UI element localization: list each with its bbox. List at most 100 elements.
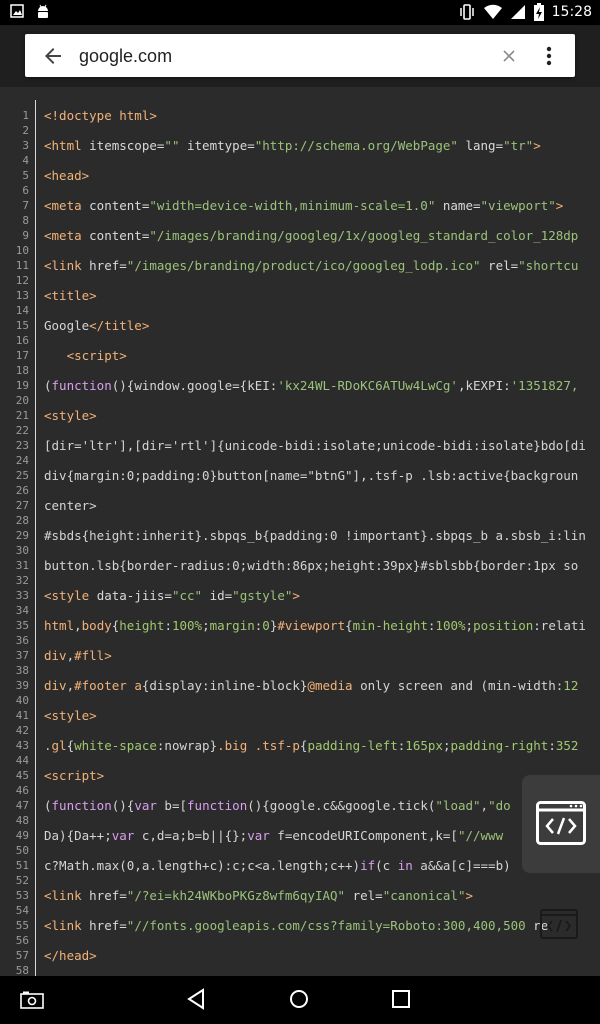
code-token: #sbds{height:inherit}.sbpqs_b{padding:0 …	[44, 528, 586, 543]
code-token: {	[66, 738, 75, 753]
line-number: 14	[15, 304, 29, 317]
code-token: name=	[435, 198, 481, 213]
code-line: c?Math.max(0,a.length+c):c;c<a.length;c+…	[44, 858, 511, 873]
code-token: button.lsb{border-radius:0;width:86px;he…	[44, 558, 579, 573]
code-token: (){window.google={kEI:	[111, 378, 278, 393]
back-triangle-icon[interactable]	[186, 988, 206, 1014]
code-token: ,kEXPI:	[457, 378, 511, 393]
line-number: 12	[15, 274, 29, 287]
url-bar[interactable]: google.com	[25, 34, 575, 77]
code-token: #viewport	[277, 618, 346, 633]
home-circle-icon[interactable]	[288, 988, 310, 1014]
code-token: '1351827,	[510, 378, 579, 393]
line-number: 53	[15, 889, 29, 902]
code-token: b=[	[156, 798, 188, 813]
line-number: 15	[15, 319, 29, 332]
line-number: 24	[15, 454, 29, 467]
line-number: 32	[15, 574, 29, 587]
arrow-back-icon[interactable]	[41, 44, 65, 68]
code-token: 165px	[405, 738, 443, 753]
code-token: div	[44, 678, 67, 693]
code-token: rel=	[480, 258, 519, 273]
code-token: <meta	[44, 198, 90, 213]
wifi-icon	[483, 4, 502, 20]
line-number-gutter: 1 2 3 4 5 6 7 8 9 10 11 12 13 14 15 16 17 18 19 20 21 22 23 24 2…	[0, 100, 36, 976]
line-number: 38	[15, 664, 29, 677]
code-token: href=	[89, 888, 127, 903]
code-token: <script>	[66, 348, 127, 363]
code-token: (	[44, 798, 52, 813]
code-token: "load"	[435, 798, 481, 813]
code-token: itemtype=	[179, 138, 255, 153]
close-icon[interactable]	[499, 46, 519, 66]
code-token: 352	[555, 738, 579, 753]
source-code-view[interactable]: 1 2 3 4 5 6 7 8 9 10 11 12 13 14 15 16 17 18 19 20 21 22 23 24 2…	[0, 100, 600, 976]
code-token: "//fonts.googleapis.com/css?family=Robot…	[126, 918, 526, 933]
screenshot-icon[interactable]	[20, 991, 44, 1013]
code-line: <!doctype html>	[44, 108, 157, 123]
code-token: "/images/branding/product/ico/googleg_lo…	[126, 258, 481, 273]
code-line: center>	[44, 498, 97, 513]
line-number: 39	[15, 679, 29, 692]
line-number: 45	[15, 769, 29, 782]
line-number: 25	[15, 469, 29, 482]
line-number: 28	[15, 514, 29, 527]
code-token: "cc"	[171, 588, 203, 603]
line-number: 3	[22, 139, 29, 152]
code-line: (function(){var b=[function(){google.c&&…	[44, 798, 511, 813]
line-number: 30	[15, 544, 29, 557]
code-token: <link	[44, 258, 90, 273]
code-token: only screen and (min-width:	[352, 678, 564, 693]
code-line: <script>	[44, 768, 104, 783]
line-number: 57	[15, 949, 29, 962]
code-token: 12	[563, 678, 579, 693]
android-icon	[36, 4, 50, 20]
code-line: <script>	[44, 348, 127, 363]
code-line: Da){Da++;var c,d=a;b=b||{};var f=encodeU…	[44, 828, 503, 843]
code-token: div{margin:0;padding:0}button[name="btnG…	[44, 468, 579, 483]
code-line: div{margin:0;padding:0}button[name="btnG…	[44, 468, 578, 483]
line-number: 19	[15, 379, 29, 392]
line-number: 51	[15, 859, 29, 872]
code-window-icon	[540, 909, 578, 943]
line-number: 55	[15, 919, 29, 932]
code-token: Google	[44, 318, 90, 333]
more-vert-icon[interactable]	[539, 45, 559, 67]
code-token: "http://schema.org/WebPage"	[254, 138, 458, 153]
code-line: div,#fll>	[44, 648, 112, 663]
recents-square-icon[interactable]	[391, 989, 411, 1013]
code-token: :nowrap}	[156, 738, 218, 753]
code-token: <!doctype html>	[44, 108, 157, 123]
code-token: [dir='ltr'],[dir='rtl']{unicode-bidi:iso…	[44, 438, 586, 453]
code-token: data-jiis=	[96, 588, 172, 603]
code-token: var	[134, 798, 157, 813]
code-line: (function(){window.google={kEI:'kx24WL-R…	[44, 378, 578, 393]
code-line: #sbds{height:inherit}.sbpqs_b{padding:0 …	[44, 528, 586, 543]
code-token: ,	[66, 648, 75, 663]
code-token: :relati	[533, 618, 586, 633]
line-number: 35	[15, 619, 29, 632]
code-token: c?Math.max(0,a.length+c):c;c<a.length;c+…	[44, 858, 361, 873]
vibrate-icon	[458, 4, 476, 20]
code-token: ;	[465, 618, 474, 633]
code-token: itemscope=	[89, 138, 165, 153]
url-text[interactable]: google.com	[79, 46, 172, 67]
battery-charging-icon	[533, 3, 544, 21]
line-number: 37	[15, 649, 29, 662]
code-token: "viewport"	[480, 198, 556, 213]
code-token: c,d=a;b=b||{};	[134, 828, 248, 843]
code-token: <style>	[44, 408, 97, 423]
code-token: "/?ei=kh24WKboPKGz8wfm6qyIAQ"	[126, 888, 346, 903]
code-token: 'kx24WL-RDoKC6ATUw4LwCg'	[277, 378, 458, 393]
view-source-button[interactable]	[522, 775, 600, 873]
code-token: {	[345, 618, 353, 633]
code-token: <title>	[44, 288, 97, 303]
line-number: 34	[15, 604, 29, 617]
image-icon	[10, 4, 24, 20]
code-token: (){google.c&&google.tick(	[247, 798, 436, 813]
code-token: if	[360, 858, 376, 873]
code-line: <meta content="/images/branding/googleg/…	[44, 228, 578, 243]
code-token: padding-right	[450, 738, 549, 753]
signal-icon	[510, 4, 526, 20]
code-line: <head>	[44, 168, 89, 183]
